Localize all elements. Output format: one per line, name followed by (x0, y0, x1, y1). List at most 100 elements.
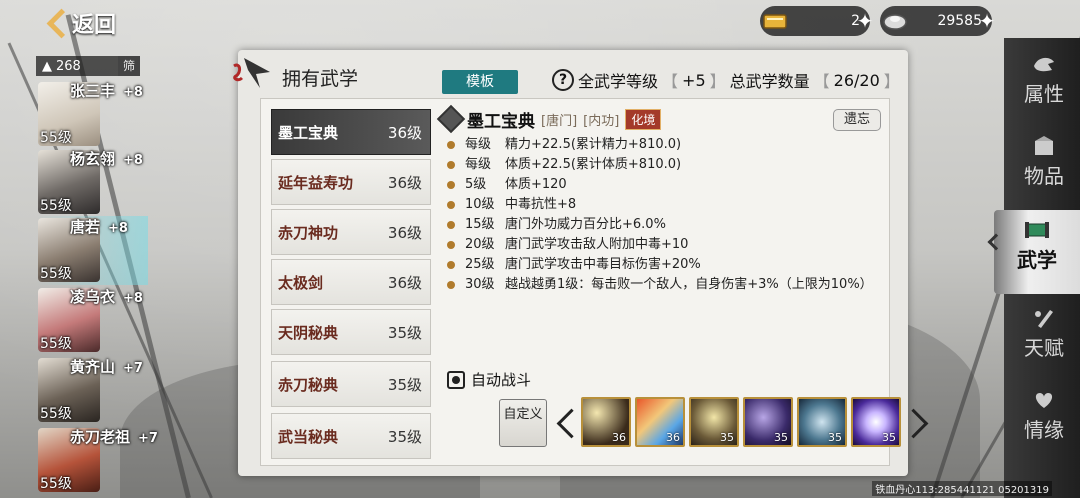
hero-filter-bar: ▲ 268 筛 (36, 56, 140, 76)
skill-stats: ? 全武学等级 【 +5 】 总武学数量 【 26/20 】 (552, 68, 900, 92)
hero-card[interactable]: 杨玄翎 +8 55级 (36, 148, 148, 217)
auto-battle-label: 自动战斗 (471, 371, 532, 389)
template-button[interactable]: 模板 (442, 70, 518, 94)
shadow-strike-icon[interactable]: 35 (743, 397, 793, 447)
skill-item[interactable]: 武当秘典 35级 (271, 413, 431, 459)
skill-level: 36级 (387, 273, 422, 292)
skill-level: 36级 (387, 223, 422, 242)
hero-name: 凌乌衣 (70, 288, 116, 306)
skill-count-value: 26/20 (833, 70, 880, 90)
hero-card[interactable]: 赤刀老祖 +7 55级 (36, 426, 158, 495)
add-silver-button[interactable]: ✦ (976, 10, 998, 32)
skill-name: 武当秘典 (278, 427, 339, 446)
tab-label: 情缘 (1024, 418, 1064, 442)
bonus-row: 每级 精力+22.5(累计精力+810.0) (441, 135, 885, 155)
skill-level: 35级 (387, 323, 422, 342)
total-level-value: +5 (682, 70, 706, 90)
scroll-icon (1025, 222, 1049, 238)
custom-button[interactable]: 自定义 (499, 399, 547, 447)
skill-item-selected[interactable]: 墨工宝典 36级 (271, 109, 431, 155)
hero-level: 55级 (40, 130, 72, 146)
hero-card[interactable]: 凌乌衣 +8 55级 (36, 286, 148, 355)
slots-next-arrow-icon[interactable] (907, 405, 925, 443)
slots-prev-arrow-icon[interactable] (555, 405, 573, 443)
hero-name: 黄齐山 (70, 358, 116, 376)
skill-name: 墨工宝典 (278, 123, 339, 142)
silver-currency: 29585 ✦ (880, 6, 995, 36)
tab-martial-arts[interactable]: 武学 (987, 210, 1080, 294)
meditation-icon[interactable]: 35 (689, 397, 739, 447)
auto-battle-icon (447, 370, 465, 389)
back-label: 返回 (72, 13, 117, 38)
gold-currency: 2 ✦ (760, 6, 873, 36)
box-icon (1035, 136, 1053, 155)
hero-card[interactable]: 张三丰 +8 55级 (36, 80, 148, 149)
skill-name: 赤刀秘典 (278, 375, 339, 394)
hero-level: 55级 (40, 266, 72, 282)
back-button[interactable]: 返回 (46, 6, 116, 40)
hero-name: 杨玄翎 (70, 150, 116, 168)
hero-level: 55级 (40, 406, 72, 422)
heart-knot-icon (1035, 393, 1053, 408)
bird-icon (1034, 57, 1054, 72)
pen-icon (1035, 310, 1053, 328)
right-tab-bar: 属性 物品 武学 天赋 情缘 (987, 38, 1080, 498)
tab-label: 天赋 (1024, 336, 1064, 360)
skill-item[interactable]: 延年益寿功 36级 (271, 159, 431, 205)
detail-type-tag: [内功] (583, 113, 620, 129)
skill-item[interactable]: 赤刀神功 36级 (271, 209, 431, 255)
filter-button[interactable]: 筛 (118, 56, 140, 76)
hero-level: 55级 (40, 336, 72, 352)
martial-arts-panel: 拥有武学 模板 ? 全武学等级 【 +5 】 总武学数量 【 26/20 】 墨… (233, 50, 908, 476)
power-value: 268 (56, 58, 81, 74)
bonus-row: 30级 越战越勇1级：每击败一个敌人，自身伤害+3%（上限为10%） (441, 275, 885, 295)
skill-item[interactable]: 天阴秘典 35级 (271, 309, 431, 355)
bonus-row: 25级 唐门武学攻击中毒目标伤害+20% (441, 255, 885, 275)
hero-bonus: +7 (123, 361, 143, 376)
tab-label: 武学 (1017, 248, 1057, 272)
forget-button[interactable]: 遗忘 (833, 109, 881, 131)
skill-level: 35级 (387, 427, 422, 446)
skill-content: 墨工宝典 36级 延年益寿功 36级 赤刀神功 36级 太极剑 36级 天阴秘典… (260, 98, 901, 466)
skill-level: 35级 (387, 375, 422, 394)
bonus-row: 10级 中毒抗性+8 (441, 195, 885, 215)
hero-card-selected[interactable]: 唐若 +8 55级 (36, 216, 148, 285)
tab-label: 属性 (1024, 82, 1064, 106)
add-gold-button[interactable]: ✦ (854, 10, 876, 32)
tab-attributes[interactable]: 属性 (1008, 48, 1080, 120)
sword-slash-icon[interactable]: 36 (581, 397, 631, 447)
dart-ribbon-icon (233, 58, 270, 88)
tab-talents[interactable]: 天赋 (1008, 302, 1080, 374)
light-burst-icon[interactable]: 35 (851, 397, 901, 447)
detail-skill-name: 墨工宝典 (467, 111, 535, 132)
skill-name: 天阴秘典 (278, 323, 339, 342)
fire-ice-icon[interactable]: 36 (635, 397, 685, 447)
hero-level: 55级 (40, 198, 72, 214)
skill-item[interactable]: 太极剑 36级 (271, 259, 431, 305)
skill-type-icon (436, 104, 466, 134)
total-level-label: 全武学等级 (578, 72, 659, 91)
tab-label: 物品 (1024, 164, 1064, 188)
power-icon: ▲ (42, 58, 52, 74)
tab-items[interactable]: 物品 (1008, 130, 1080, 202)
wind-strike-icon[interactable]: 35 (797, 397, 847, 447)
player-id-text: 铁血丹心113:285441121 05201319 (872, 481, 1052, 496)
skill-count-label: 总武学数量 (729, 72, 810, 91)
bonus-row: 每级 体质+22.5(累计体质+810.0) (441, 155, 885, 175)
hero-bonus: +8 (123, 85, 143, 100)
bonus-row: 15级 唐门外功威力百分比+6.0% (441, 215, 885, 235)
bonus-list: 每级 精力+22.5(累计精力+810.0) 每级 体质+22.5(累计体质+810… (441, 135, 885, 295)
skill-item[interactable]: 赤刀秘典 35级 (271, 361, 431, 407)
detail-sect-tag: [唐门] (541, 113, 578, 129)
gold-ingot-icon (760, 6, 790, 36)
hero-card[interactable]: 黄齐山 +7 55级 (36, 356, 148, 425)
hero-bonus: +8 (108, 221, 128, 236)
hero-bonus: +8 (123, 153, 143, 168)
auto-battle-title: 自动战斗 (447, 369, 531, 390)
panel-header: 拥有武学 模板 ? 全武学等级 【 +5 】 总武学数量 【 26/20 】 (233, 50, 908, 94)
skill-level: 36级 (387, 123, 422, 142)
help-icon[interactable]: ? (552, 69, 574, 91)
tab-bonds[interactable]: 情缘 (1008, 384, 1080, 456)
back-arrow-icon (46, 8, 66, 38)
silver-ingot-icon (880, 6, 910, 36)
